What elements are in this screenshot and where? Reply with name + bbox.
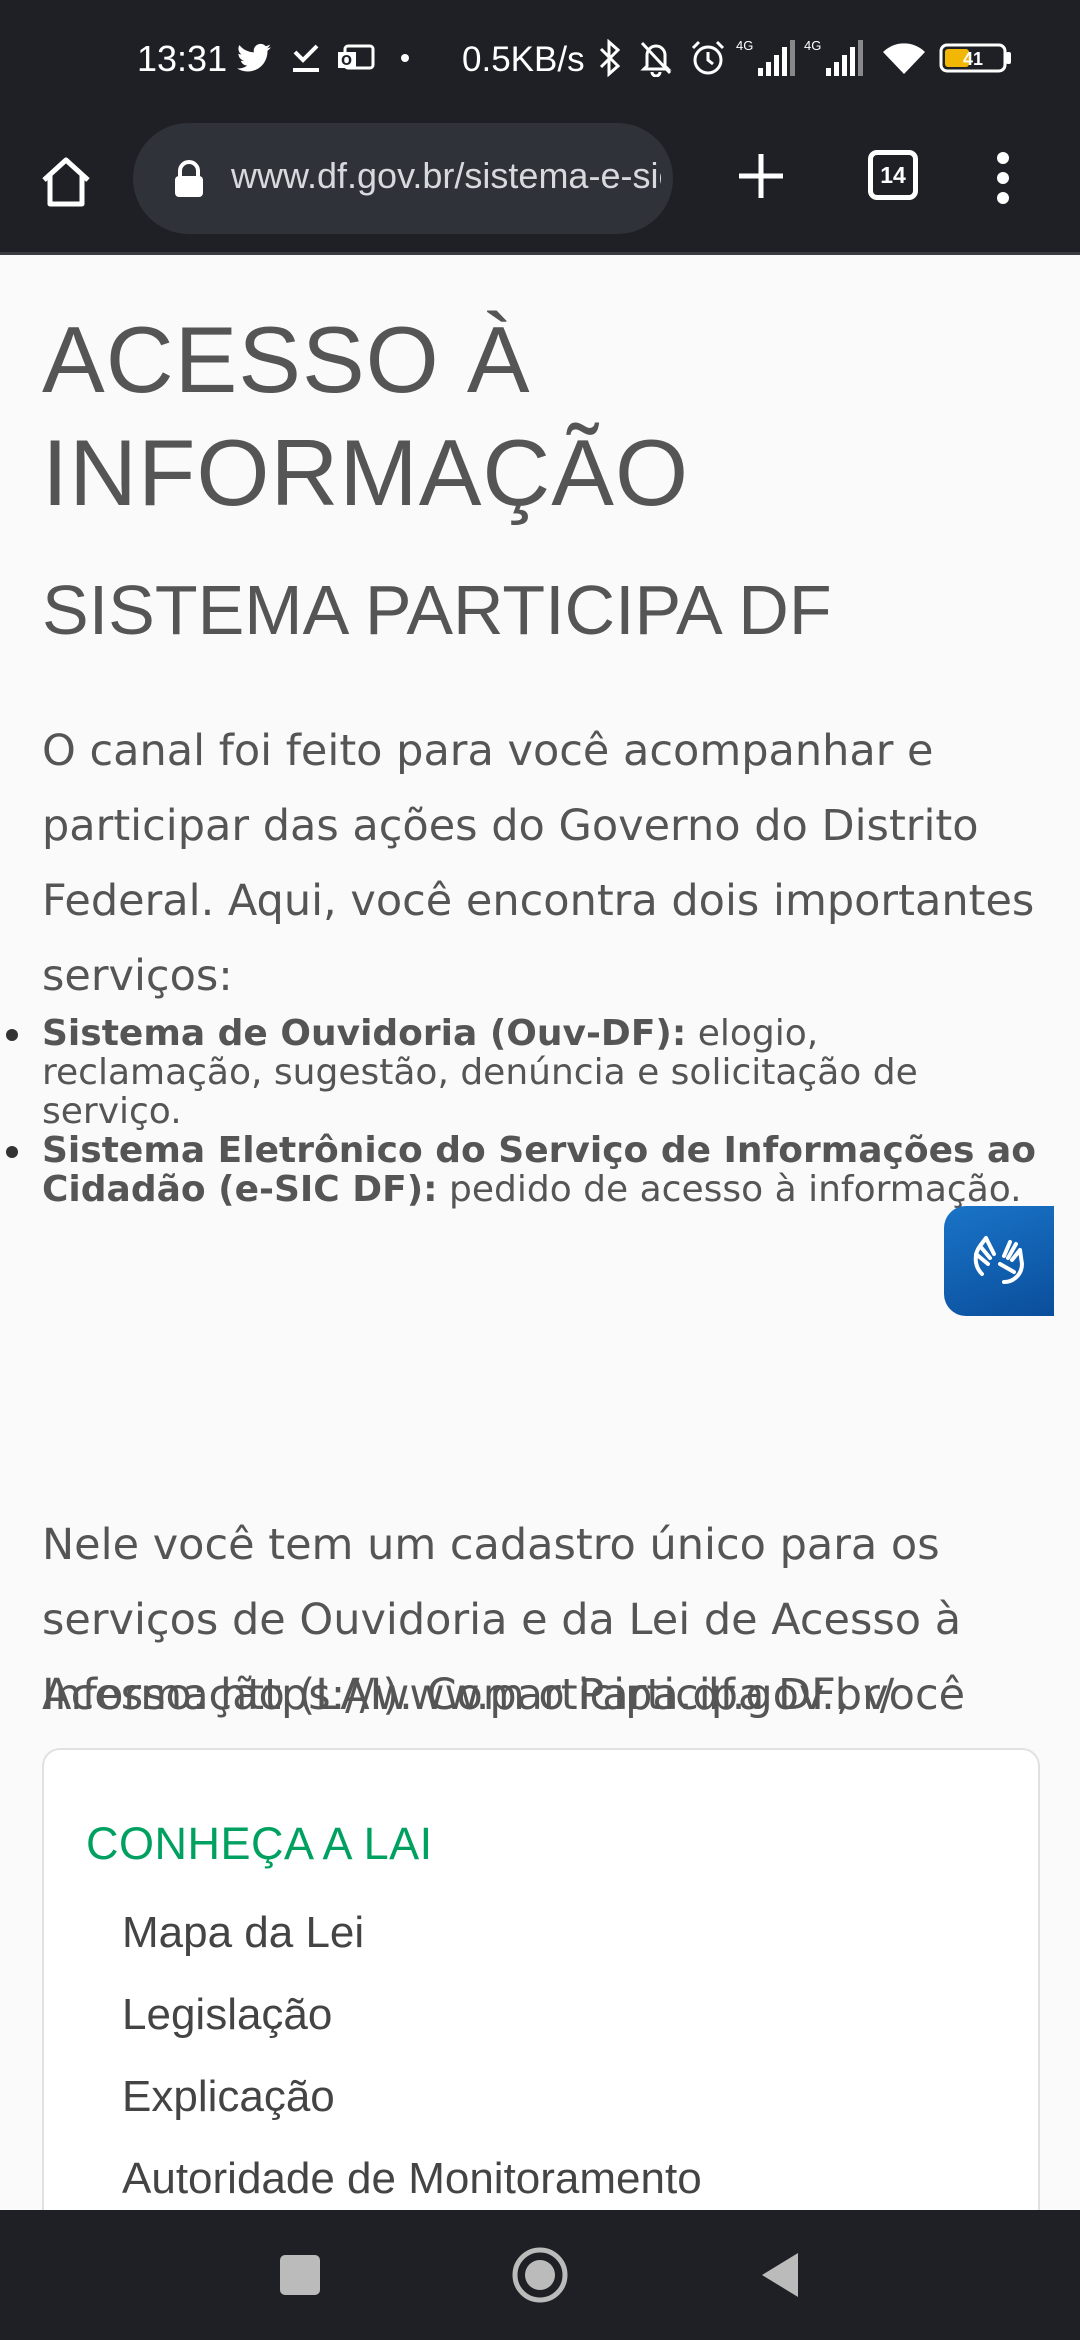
mail-icon: O: [336, 38, 376, 78]
browser-toolbar: www.df.gov.br/sistema-e-sic 14: [0, 118, 1080, 255]
status-time: 13:31: [137, 38, 228, 79]
page-subtitle: SISTEMA PARTICIPA DF: [42, 571, 832, 649]
alarm-icon: [688, 38, 728, 78]
list-item: Sistema de Ouvidoria (Ouv-DF): elogio, r…: [6, 1014, 1042, 1131]
home-icon[interactable]: [36, 152, 96, 212]
navigation-bar: [0, 2210, 1080, 2340]
dot-icon: [398, 38, 412, 78]
signal-icon: 4G: [736, 38, 796, 78]
lai-card: CONHEÇA A LAI Mapa da Lei Legislação Exp…: [42, 1748, 1040, 2210]
svg-text:O: O: [341, 54, 352, 69]
status-bar: 13:31 O 0.5KB/s 4G 4G 41: [0, 0, 1080, 118]
lock-icon: [171, 159, 207, 199]
plus-icon[interactable]: [736, 151, 786, 201]
more-vert-icon[interactable]: [990, 148, 1016, 208]
check-icon: [290, 38, 322, 78]
lai-title: CONHEÇA A LAI: [86, 1818, 433, 1869]
lai-link-explicacao[interactable]: Explicação: [122, 2072, 335, 2122]
services-list: Sistema de Ouvidoria (Ouv-DF): elogio, r…: [6, 1014, 1042, 1209]
lai-link-autoridade[interactable]: Autoridade de Monitoramento: [122, 2154, 702, 2204]
battery-icon: 41: [938, 38, 1014, 78]
lai-link-legislacao[interactable]: Legislação: [122, 1990, 332, 2040]
home-button-icon[interactable]: [505, 2240, 575, 2310]
page-title: ACESSO À INFORMAÇÃO: [42, 307, 690, 525]
tabs-icon[interactable]: 14: [868, 150, 918, 200]
list-item: Sistema Eletrônico do Serviço de Informa…: [6, 1131, 1042, 1209]
network-speed: 0.5KB/s: [462, 40, 585, 79]
wifi-icon: [880, 38, 928, 78]
bell-off-icon: [636, 38, 676, 78]
bullet-icon: [6, 1146, 18, 1158]
intro-paragraph: O canal foi feito para você acompanhar e…: [42, 726, 1035, 1001]
svg-text:4G: 4G: [804, 38, 821, 53]
sign-language-icon: [964, 1224, 1034, 1298]
back-icon[interactable]: [745, 2240, 815, 2310]
lai-link-mapa[interactable]: Mapa da Lei: [122, 1908, 364, 1958]
url-text[interactable]: www.df.gov.br/sistema-e-sic: [231, 155, 661, 197]
svg-text:4G: 4G: [736, 38, 753, 53]
twitter-icon: [236, 38, 272, 78]
web-content: ACESSO À INFORMAÇÃO SISTEMA PARTICIPA DF…: [0, 258, 1080, 2210]
recents-icon[interactable]: [265, 2240, 335, 2310]
signal-icon: 4G: [804, 38, 864, 78]
bluetooth-icon: [596, 38, 624, 78]
bullet-icon: [6, 1029, 18, 1041]
address-bar[interactable]: www.df.gov.br/sistema-e-sic: [133, 123, 673, 234]
access-link[interactable]: Acesso: https://www.participa.df.gov.br/: [42, 1658, 1042, 1733]
vlibras-button[interactable]: [944, 1206, 1054, 1316]
svg-text:41: 41: [963, 49, 983, 69]
